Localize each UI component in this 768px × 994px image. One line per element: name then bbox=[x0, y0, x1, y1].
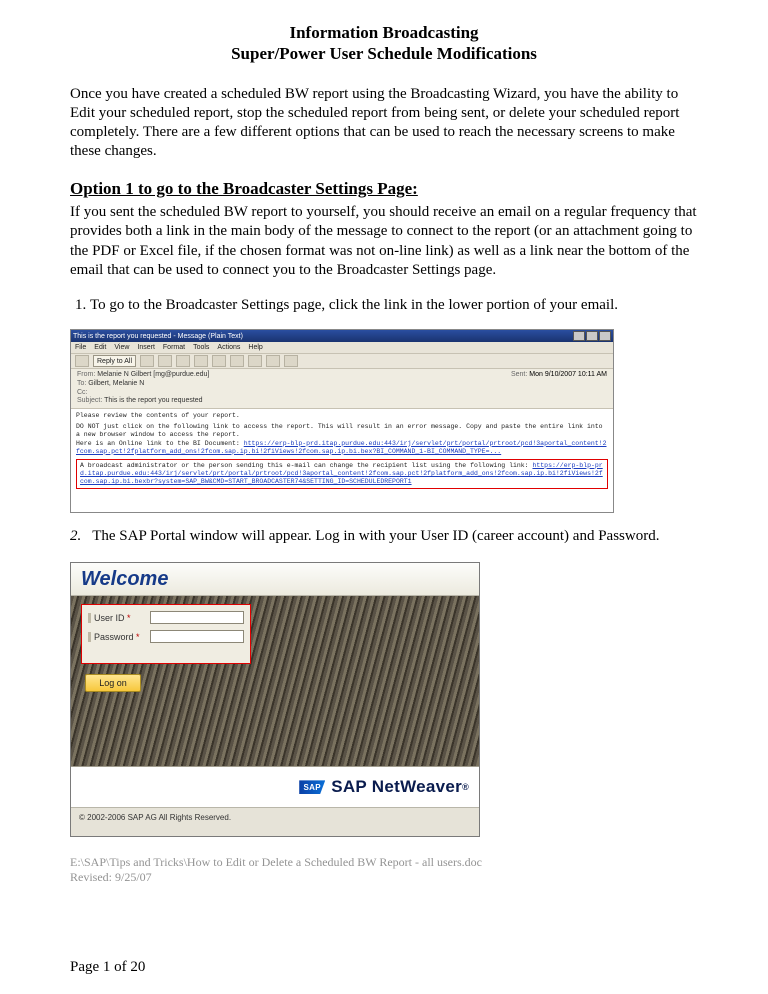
footer-meta: E:\SAP\Tips and Tricks\How to Edit or De… bbox=[70, 855, 698, 885]
menu-view[interactable]: View bbox=[114, 344, 129, 351]
email-body-line1: Please review the contents of your repor… bbox=[76, 412, 608, 420]
toolbar-btn[interactable] bbox=[158, 355, 172, 367]
window-controls bbox=[573, 331, 611, 341]
email-window-title: This is the report you requested - Messa… bbox=[73, 333, 243, 340]
footer-path: E:\SAP\Tips and Tricks\How to Edit or De… bbox=[70, 855, 698, 870]
reply-all-combo[interactable]: Reply to All bbox=[93, 355, 136, 367]
option1-paragraph: If you sent the scheduled BW report to y… bbox=[70, 203, 698, 280]
to-label: To: bbox=[77, 380, 86, 387]
login-form: User ID * Password * bbox=[81, 604, 251, 664]
email-body-line2: DO NOT just click on the following link … bbox=[76, 423, 608, 439]
close-icon[interactable] bbox=[599, 331, 611, 341]
footer-revised: Revised: 9/25/07 bbox=[70, 870, 698, 885]
sent-label: Sent: bbox=[511, 371, 527, 378]
menu-edit[interactable]: Edit bbox=[94, 344, 106, 351]
user-id-input[interactable] bbox=[150, 611, 244, 624]
email-titlebar: This is the report you requested - Messa… bbox=[71, 330, 613, 342]
email-screenshot: This is the report you requested - Messa… bbox=[70, 329, 614, 513]
netweaver-brand: SAP NetWeaver bbox=[331, 777, 462, 797]
email-body: Please review the contents of your repor… bbox=[71, 409, 613, 513]
toolbar-btn[interactable] bbox=[140, 355, 154, 367]
step-2-wrapper: 2. The SAP Portal window will appear. Lo… bbox=[70, 527, 698, 546]
document-title: Information Broadcasting Super/Power Use… bbox=[70, 22, 698, 65]
email-body-link-label: Here is an Online link to the BI Documen… bbox=[76, 440, 240, 447]
menu-file[interactable]: File bbox=[75, 344, 86, 351]
from-label: From: bbox=[77, 371, 95, 378]
to-value: Gilbert, Melanie N bbox=[88, 380, 144, 387]
subject-value: This is the report you requested bbox=[104, 397, 202, 404]
sap-logo-icon: SAP bbox=[299, 780, 325, 794]
menu-actions[interactable]: Actions bbox=[217, 344, 240, 351]
email-admin-link-box: A broadcast administrator or the person … bbox=[76, 459, 608, 489]
email-headers: From: Melanie N Gilbert [mg@purdue.edu] … bbox=[71, 369, 613, 409]
step-list-1: To go to the Broadcaster Settings page, … bbox=[70, 296, 698, 315]
title-line-2: Super/Power User Schedule Modifications bbox=[231, 44, 537, 63]
from-value: Melanie N Gilbert [mg@purdue.edu] bbox=[97, 371, 209, 378]
password-input[interactable] bbox=[150, 630, 244, 643]
toolbar-btn[interactable] bbox=[194, 355, 208, 367]
logon-button[interactable]: Log on bbox=[85, 674, 141, 692]
intro-paragraph: Once you have created a scheduled BW rep… bbox=[70, 85, 698, 162]
minimize-icon[interactable] bbox=[573, 331, 585, 341]
login-background: User ID * Password * Log on bbox=[71, 596, 479, 767]
login-copyright: © 2002-2006 SAP AG All Rights Reserved. bbox=[71, 808, 479, 826]
sent-value: Mon 9/10/2007 10:11 AM bbox=[529, 371, 607, 378]
cc-label: Cc: bbox=[77, 389, 88, 396]
toolbar-btn[interactable] bbox=[266, 355, 280, 367]
toolbar-btn[interactable] bbox=[230, 355, 244, 367]
maximize-icon[interactable] bbox=[586, 331, 598, 341]
email-admin-text: A broadcast administrator or the person … bbox=[80, 462, 529, 469]
toolbar-btn[interactable] bbox=[176, 355, 190, 367]
title-line-1: Information Broadcasting bbox=[289, 23, 478, 42]
login-welcome: Welcome bbox=[71, 563, 479, 596]
email-toolbar: Reply to All bbox=[71, 354, 613, 369]
step-2: The SAP Portal window will appear. Log i… bbox=[92, 528, 659, 544]
menu-insert[interactable]: Insert bbox=[137, 344, 155, 351]
menu-format[interactable]: Format bbox=[163, 344, 185, 351]
registered-mark: ® bbox=[462, 782, 469, 792]
step-2-number: 2. bbox=[70, 528, 81, 544]
page-number: Page 1 of 20 bbox=[70, 959, 145, 976]
menu-help[interactable]: Help bbox=[248, 344, 262, 351]
netweaver-brand-bar: SAP SAP NetWeaver® bbox=[71, 767, 479, 808]
menu-tools[interactable]: Tools bbox=[193, 344, 209, 351]
email-menubar: File Edit View Insert Format Tools Actio… bbox=[71, 342, 613, 354]
toolbar-btn[interactable] bbox=[284, 355, 298, 367]
toolbar-btn[interactable] bbox=[212, 355, 226, 367]
step-1: To go to the Broadcaster Settings page, … bbox=[90, 296, 698, 315]
toolbar-btn[interactable] bbox=[75, 355, 89, 367]
toolbar-btn[interactable] bbox=[248, 355, 262, 367]
user-id-label: User ID * bbox=[88, 613, 146, 623]
password-label: Password * bbox=[88, 632, 146, 642]
subject-label: Subject: bbox=[77, 397, 102, 404]
option1-heading: Option 1 to go to the Broadcaster Settin… bbox=[70, 179, 418, 199]
sap-login-screenshot: Welcome User ID * Password * Log on SAP … bbox=[70, 562, 480, 837]
